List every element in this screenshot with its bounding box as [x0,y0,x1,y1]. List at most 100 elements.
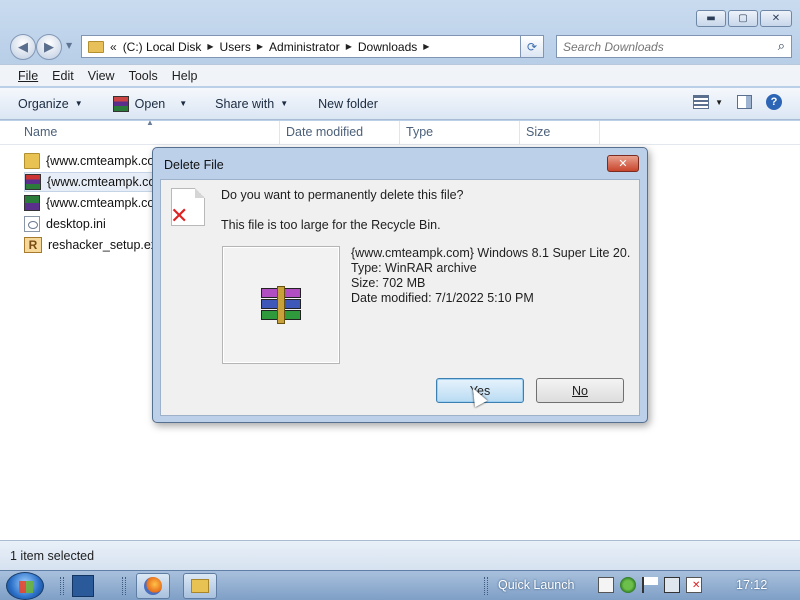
system-tray [598,577,702,593]
navigation-row: ◀ ▶ ▼ « (C:) Local Disk ▶ Users ▶ Admini… [8,32,792,60]
column-name[interactable]: Name [24,125,57,139]
dialog-close-button[interactable]: ✕ [607,155,639,172]
recent-pages-dropdown-icon[interactable]: ▼ [66,41,72,50]
caption-buttons: ▬ ▢ ✕ [696,10,792,27]
ini-icon [24,216,40,232]
dialog-note: This file is too large for the Recycle B… [221,218,441,232]
minimize-button[interactable]: ▬ [696,10,726,27]
list-item[interactable]: R reshacker_setup.exe [24,235,164,255]
column-size[interactable]: Size [526,125,550,139]
chevron-down-icon: ▼ [74,99,83,108]
no-label: No [572,383,588,398]
file-info-name: {www.cmteampk.com} Windows 8.1 Super Lit… [351,246,631,260]
change-view-icon[interactable] [693,95,710,109]
search-box[interactable]: ⌕ [556,35,792,58]
menu-bar: File Edit View Tools Help [0,64,800,86]
open-label: Open [134,96,166,111]
taskbar-grip[interactable] [122,577,126,595]
folder-icon [88,40,104,53]
sort-arrow-icon: ▲ [146,118,154,127]
explorer-taskbar-button[interactable] [183,573,217,599]
security-tray-icon[interactable] [620,577,636,593]
menu-tools[interactable]: Tools [129,69,158,83]
file-info-type: Type: WinRAR archive [351,261,477,275]
maximize-button[interactable]: ▢ [728,10,758,27]
reshacker-icon: R [24,237,42,253]
taskbar-grip[interactable] [484,577,488,595]
breadcrumb-users[interactable]: Users [220,40,251,54]
breadcrumb-local-disk[interactable]: (C:) Local Disk [123,40,202,54]
chevron-right-icon[interactable]: ▶ [423,42,429,51]
folder-icon [24,153,40,169]
organize-button[interactable]: Organize ▼ [18,97,83,111]
winrar-archive-icon [261,286,301,324]
column-divider[interactable] [279,121,280,145]
chevron-right-icon[interactable]: ▶ [346,42,352,51]
volume-muted-tray-icon[interactable] [686,577,702,593]
column-divider[interactable] [519,121,520,145]
chevron-right-icon[interactable]: ▶ [257,42,263,51]
start-button[interactable] [6,572,44,600]
no-button[interactable]: No [536,378,624,403]
file-info-date: Date modified: 7/1/2022 5:10 PM [351,291,534,305]
firefox-icon [144,577,162,595]
open-button[interactable]: Open ▼ [112,95,188,112]
column-type[interactable]: Type [406,125,433,139]
preview-pane-icon[interactable] [737,95,752,109]
clock[interactable]: 17:12 [736,578,767,592]
file-info-size: Size: 702 MB [351,276,426,290]
view-controls: ▼ ? [693,94,782,110]
notepad-tray-icon[interactable] [598,577,614,593]
close-button[interactable]: ✕ [760,10,792,27]
file-name: reshacker_setup.exe [48,238,165,252]
menu-view[interactable]: View [88,69,115,83]
flag-tray-icon[interactable] [642,577,658,593]
iso-icon [24,195,40,211]
status-bar: 1 item selected [0,540,800,570]
list-item[interactable]: {www.cmteampk.co [24,151,154,171]
explorer-icon [191,579,209,593]
list-item-selected[interactable]: {www.cmteampk.co [24,172,157,192]
chevron-right-icon[interactable]: ▶ [207,42,213,51]
breadcrumb-overflow[interactable]: « [110,40,117,54]
column-date-modified[interactable]: Date modified [286,125,363,139]
list-item[interactable]: {www.cmteampk.co [24,193,154,213]
forward-button[interactable]: ▶ [36,34,62,60]
search-icon[interactable]: ⌕ [778,39,785,54]
file-info: {www.cmteampk.com} Windows 8.1 Super Lit… [351,246,631,306]
breadcrumb-downloads[interactable]: Downloads [358,40,417,54]
firefox-taskbar-button[interactable] [136,573,170,599]
quick-launch-label[interactable]: Quick Launch [498,578,574,592]
list-item[interactable]: desktop.ini [24,214,106,234]
chevron-down-icon: ▼ [280,99,289,108]
column-divider[interactable] [399,121,400,145]
show-desktop-icon[interactable] [72,575,94,597]
network-tray-icon[interactable] [664,577,680,593]
share-with-label: Share with [215,96,275,111]
new-folder-label: New folder [318,96,378,111]
file-name: {www.cmteampk.co [46,196,155,210]
command-bar: Organize ▼ Open ▼ Share with ▼ New folde… [0,88,800,120]
dialog-title: Delete File [164,158,224,172]
address-bar[interactable]: « (C:) Local Disk ▶ Users ▶ Administrato… [81,35,544,58]
breadcrumb-administrator[interactable]: Administrator [269,40,340,54]
column-divider[interactable] [599,121,600,145]
red-x-icon: ✕ [170,204,189,229]
share-with-button[interactable]: Share with ▼ [215,97,288,111]
menu-file[interactable]: File [18,69,38,83]
menu-edit[interactable]: Edit [52,69,74,83]
menu-help[interactable]: Help [172,69,198,83]
chevron-down-icon: ▼ [179,99,188,108]
back-button[interactable]: ◀ [10,34,36,60]
column-header: ▲ Name Date modified Type Size [0,118,800,145]
chevron-down-icon[interactable]: ▼ [715,98,723,107]
search-input[interactable] [563,39,763,54]
file-name: {www.cmteampk.co [46,154,155,168]
page-fold [195,188,205,198]
winrar-icon [112,95,129,112]
status-text: 1 item selected [10,548,95,563]
refresh-button[interactable]: ⟳ [520,35,544,58]
help-icon[interactable]: ? [766,94,782,110]
new-folder-button[interactable]: New folder [318,97,378,111]
taskbar-grip[interactable] [60,577,64,595]
